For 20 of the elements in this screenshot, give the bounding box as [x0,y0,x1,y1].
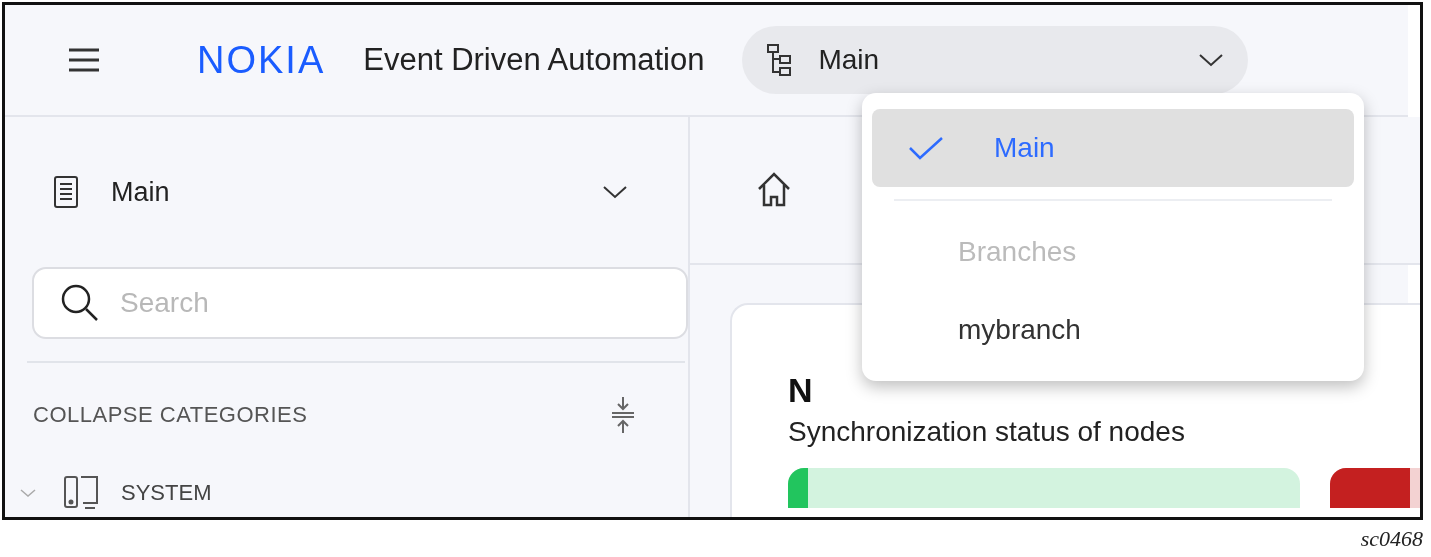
figure-label: sc0468 [1360,526,1423,552]
category-label[interactable]: SYSTEM [121,480,212,506]
home-icon[interactable] [756,171,792,209]
card-subtitle: Synchronization status of nodes [788,416,1186,448]
app-title: Event Driven Automation [363,42,705,78]
devices-icon [63,475,101,511]
logo: NOKIA [197,38,326,82]
document-icon [53,175,79,209]
card-title: N [788,371,814,410]
collapse-categories-label[interactable]: COLLAPSE CATEGORIES [33,402,308,428]
chevron-down-icon [602,184,628,200]
menu-section-header: Branches [957,235,1078,269]
search-field[interactable]: Search [32,267,688,339]
collapse-icon[interactable] [610,395,636,435]
workspace-selector[interactable]: Main [5,117,688,267]
menu-icon[interactable] [67,47,101,73]
menu-option[interactable]: mybranch [872,291,1354,369]
chevron-down-icon [1198,52,1225,68]
branch-selector[interactable]: Main [742,26,1249,94]
checkmark-icon [908,135,944,161]
